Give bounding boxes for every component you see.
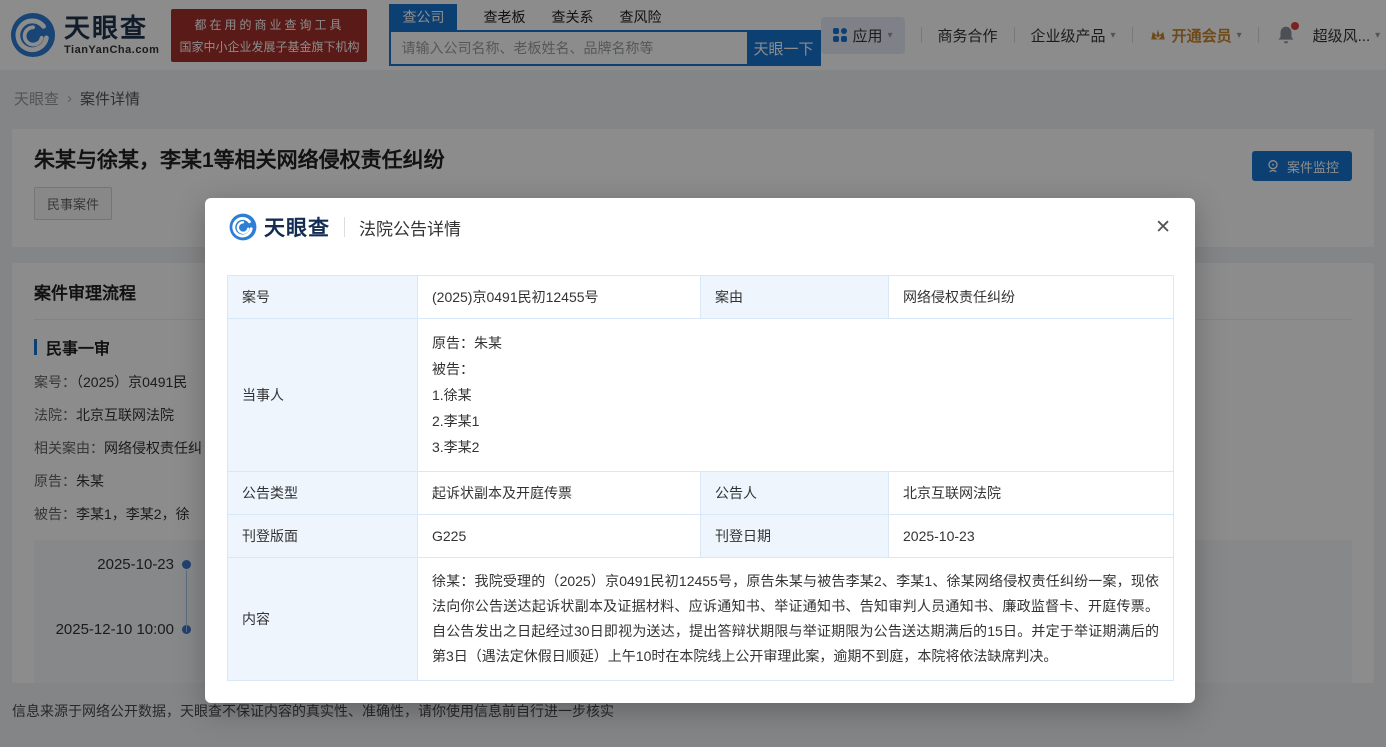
cell-label-announcer: 公告人 — [701, 472, 889, 515]
divider — [344, 217, 345, 237]
table-row: 公告类型 起诉状副本及开庭传票 公告人 北京互联网法院 — [228, 472, 1174, 515]
cell-label-notice-type: 公告类型 — [228, 472, 418, 515]
modal-brand-text: 天眼查 — [264, 212, 330, 242]
cell-value-cause: 网络侵权责任纠纷 — [889, 276, 1174, 319]
close-icon[interactable]: ✕ — [1155, 218, 1171, 237]
cell-value-content: 徐某：我院受理的（2025）京0491民初12455号，原告朱某与被告李某2、李… — [418, 558, 1174, 681]
cell-label-case-number: 案号 — [228, 276, 418, 319]
table-row: 当事人 原告：朱某 被告： 1.徐某 2.李某1 3.李某2 — [228, 319, 1174, 472]
modal-body: 案号 (2025)京0491民初12455号 案由 网络侵权责任纠纷 当事人 原… — [205, 256, 1195, 681]
cell-value-announcer: 北京互联网法院 — [889, 472, 1174, 515]
modal-header: 天眼查 法院公告详情 ✕ — [205, 198, 1195, 256]
cell-label-cause: 案由 — [701, 276, 889, 319]
court-notice-table: 案号 (2025)京0491民初12455号 案由 网络侵权责任纠纷 当事人 原… — [227, 275, 1174, 681]
court-notice-modal: 天眼查 法院公告详情 ✕ 案号 (2025)京0491民初12455号 案由 网… — [205, 198, 1195, 703]
table-row: 案号 (2025)京0491民初12455号 案由 网络侵权责任纠纷 — [228, 276, 1174, 319]
page: 天眼查 TianYanCha.com 都在用的商业查询工具 国家中小企业发展子基… — [0, 0, 1386, 747]
tianyancha-swirl-icon — [229, 213, 257, 241]
cell-label-parties: 当事人 — [228, 319, 418, 472]
cell-value-page: G225 — [418, 515, 701, 558]
cell-label-content: 内容 — [228, 558, 418, 681]
cell-value-notice-type: 起诉状副本及开庭传票 — [418, 472, 701, 515]
cell-label-page: 刊登版面 — [228, 515, 418, 558]
cell-value-parties: 原告：朱某 被告： 1.徐某 2.李某1 3.李某2 — [418, 319, 1174, 472]
table-row: 刊登版面 G225 刊登日期 2025-10-23 — [228, 515, 1174, 558]
table-row: 内容 徐某：我院受理的（2025）京0491民初12455号，原告朱某与被告李某… — [228, 558, 1174, 681]
modal-title: 法院公告详情 — [359, 215, 461, 240]
cell-value-case-number: (2025)京0491民初12455号 — [418, 276, 701, 319]
cell-label-publish-date: 刊登日期 — [701, 515, 889, 558]
cell-value-publish-date: 2025-10-23 — [889, 515, 1174, 558]
